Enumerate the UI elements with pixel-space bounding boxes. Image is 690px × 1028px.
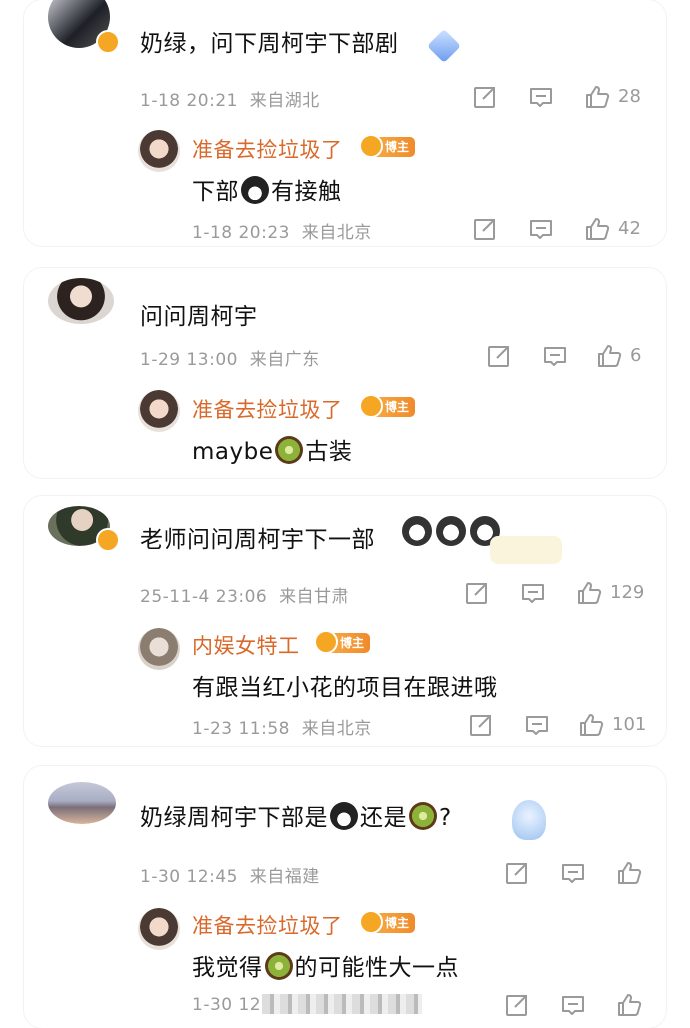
location: 来自福建: [249, 867, 320, 887]
thumbs-up-icon[interactable]: [584, 84, 610, 110]
penguin-emoji-icon: [241, 176, 269, 204]
reply-username[interactable]: 内娱女特工: [192, 630, 300, 660]
thumbs-up-icon[interactable]: [616, 992, 642, 1018]
verified-badge-icon: [96, 30, 120, 54]
comment-icon[interactable]: [524, 712, 550, 738]
blogger-badge: 博主: [359, 134, 416, 158]
comment-text: 老师问问周柯宇下一部: [140, 527, 375, 553]
blogger-badge: 博主: [359, 910, 416, 934]
timestamp: 1-18 20:23: [192, 223, 290, 243]
thumbs-up-icon[interactable]: [576, 580, 602, 606]
crown-icon: [314, 630, 338, 654]
location: 来自湖北: [249, 91, 320, 111]
share-icon[interactable]: [468, 712, 494, 738]
like-count: 101: [612, 714, 647, 735]
like-count: 6: [630, 345, 642, 366]
location: 来自广东: [249, 350, 320, 370]
thumbs-up-icon[interactable]: [596, 343, 622, 369]
comment-icon[interactable]: [528, 84, 554, 110]
reply-username[interactable]: 准备去捡垃圾了: [192, 134, 343, 164]
avatar[interactable]: [48, 782, 116, 824]
timestamp: 1-30 12:45: [140, 867, 238, 887]
blogger-badge: 博主: [314, 630, 371, 654]
share-icon[interactable]: [504, 992, 530, 1018]
kiwi-emoji-icon: [409, 802, 437, 830]
timestamp: 1-29 13:00: [140, 350, 238, 370]
lightbulb-sticker: [512, 800, 546, 840]
avatar[interactable]: [138, 908, 180, 950]
penguin-emoji-icon: [330, 802, 358, 830]
reply-text: 下部 有接触: [192, 172, 342, 206]
comment-text: 奶绿，问下周柯宇下部剧: [140, 31, 399, 57]
like-count: 129: [610, 582, 645, 603]
comment-icon[interactable]: [560, 992, 586, 1018]
location: 来自北京: [301, 223, 372, 243]
reply-text: 我觉得 的可能性大一点: [192, 948, 459, 982]
like-count: 42: [618, 218, 641, 239]
location: 来自甘肃: [279, 587, 350, 607]
share-icon[interactable]: [486, 343, 512, 369]
location: 来自北京: [301, 719, 372, 739]
avatar[interactable]: [138, 130, 180, 172]
avatar[interactable]: [138, 628, 180, 670]
thumbs-up-icon[interactable]: [616, 860, 642, 886]
share-icon[interactable]: [472, 216, 498, 242]
comment-text: 奶绿周柯宇下部是 还是?: [140, 798, 452, 832]
like-count: 28: [618, 86, 641, 107]
avatar[interactable]: [48, 278, 114, 324]
kiwi-emoji-icon: [275, 436, 304, 464]
share-icon[interactable]: [472, 84, 498, 110]
reply-username[interactable]: 准备去捡垃圾了: [192, 394, 343, 424]
comment-icon[interactable]: [542, 343, 568, 369]
mosaic-blur: [262, 994, 422, 1014]
avatar[interactable]: [138, 390, 180, 432]
thumbs-up-icon[interactable]: [578, 712, 604, 738]
timestamp: 25-11-4 23:06: [140, 587, 268, 607]
comment-icon[interactable]: [520, 580, 546, 606]
reply-text: 有跟当红小花的项目在跟进哦: [192, 675, 498, 701]
kiwi-emoji-icon: [264, 952, 293, 980]
crown-icon: [359, 394, 383, 418]
crown-icon: [359, 910, 383, 934]
share-icon[interactable]: [464, 580, 490, 606]
timestamp: 1-30 12: [192, 995, 262, 1015]
timestamp: 1-18 20:21: [140, 91, 238, 111]
blogger-badge: 博主: [359, 394, 416, 418]
share-icon[interactable]: [504, 860, 530, 886]
reply-username[interactable]: 准备去捡垃圾了: [192, 910, 343, 940]
timestamp: 1-23 11:58: [192, 719, 290, 739]
crown-icon: [359, 134, 383, 158]
comment-icon[interactable]: [528, 216, 554, 242]
reply-text: maybe 古装: [192, 432, 352, 466]
comment-icon[interactable]: [560, 860, 586, 886]
thumbs-up-icon[interactable]: [584, 216, 610, 242]
comment-text: 问问周柯宇: [140, 304, 258, 330]
good-sticker: [490, 536, 562, 564]
verified-badge-icon: [96, 528, 120, 552]
